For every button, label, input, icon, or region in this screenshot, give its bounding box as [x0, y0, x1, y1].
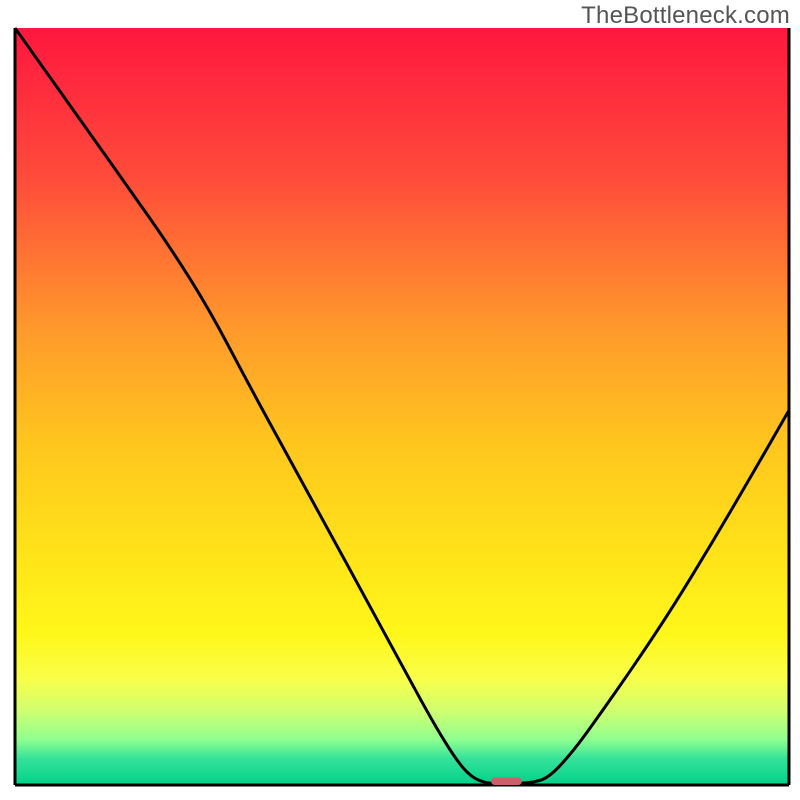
- optimal-point-marker: [491, 777, 522, 785]
- plot-background: [15, 28, 789, 785]
- chart-wrapper: TheBottleneck.com: [0, 0, 800, 800]
- watermark-text: TheBottleneck.com: [581, 2, 790, 30]
- bottleneck-chart: [0, 0, 800, 800]
